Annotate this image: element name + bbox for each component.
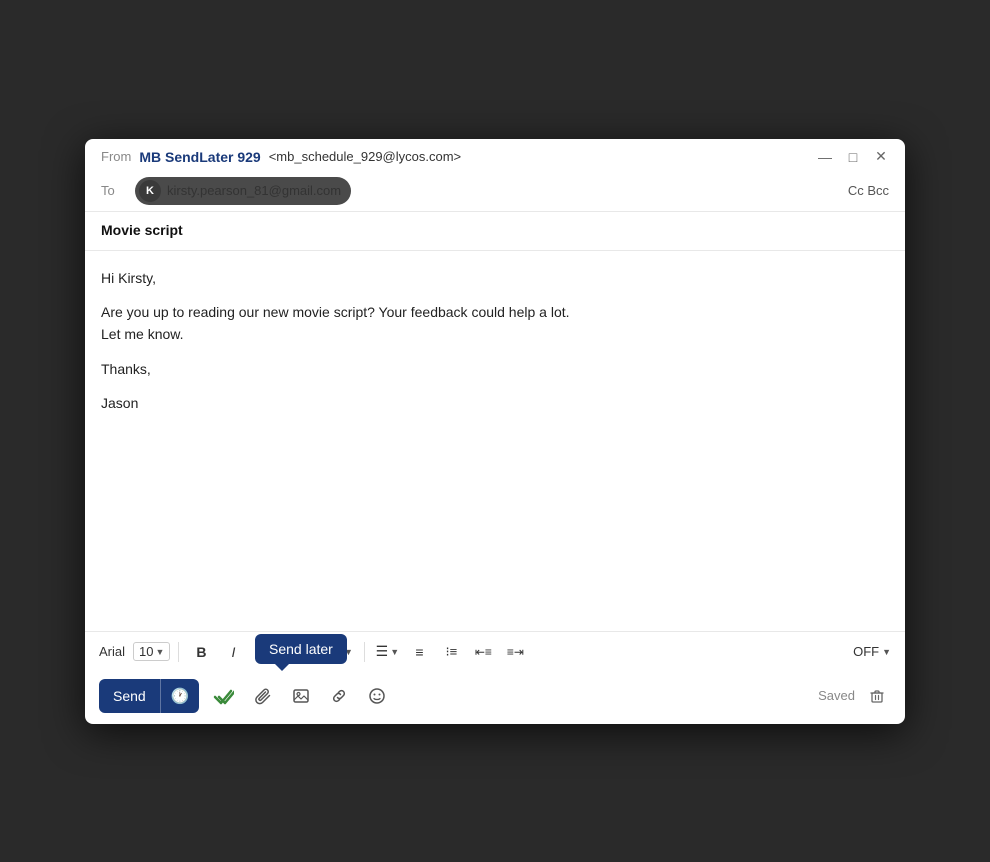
saved-status: Saved	[818, 682, 891, 710]
sep3	[364, 642, 365, 662]
delete-button[interactable]	[863, 682, 891, 710]
align-button[interactable]: ☰ ▼	[373, 638, 401, 666]
maximize-button[interactable]: □	[845, 149, 861, 165]
off-toggle[interactable]: OFF ▼	[853, 644, 891, 659]
indent-increase-button[interactable]: ≡⇥	[501, 638, 529, 666]
compose-window: From MB SendLater 929 <mb_schedule_929@l…	[85, 139, 905, 724]
font-size-arrow: ▼	[155, 647, 164, 657]
sep1	[178, 642, 179, 662]
align-arrow: ▼	[390, 647, 399, 657]
unordered-list-button[interactable]: ⁝≡	[437, 638, 465, 666]
action-toolbar: Send later Send 🕐	[85, 672, 905, 724]
recipient-chip[interactable]: K kirsty.pearson_81@gmail.com	[135, 177, 351, 205]
recipient-email: kirsty.pearson_81@gmail.com	[167, 183, 341, 198]
bold-button[interactable]: B	[187, 638, 215, 666]
body-greeting: Hi Kirsty,	[101, 267, 889, 289]
attach-file-button[interactable]	[247, 680, 279, 712]
body-thanks: Thanks,	[101, 358, 889, 380]
check-button[interactable]	[205, 678, 241, 714]
from-label: From	[101, 149, 131, 164]
send-later-tooltip: Send later	[255, 634, 347, 664]
insert-image-button[interactable]	[285, 680, 317, 712]
from-section: From MB SendLater 929 <mb_schedule_929@l…	[101, 149, 461, 165]
sender-name: MB SendLater 929	[139, 149, 260, 165]
send-label: Send	[99, 680, 160, 712]
subject-row: Movie script	[85, 212, 905, 251]
insert-emoji-button[interactable]	[361, 680, 393, 712]
to-label: To	[101, 183, 125, 198]
body-signature: Jason	[101, 392, 889, 414]
indent-decrease-button[interactable]: ⇤≡	[469, 638, 497, 666]
ordered-list-button[interactable]: ≡	[405, 638, 433, 666]
off-arrow: ▼	[882, 647, 891, 657]
formatting-toolbar: Arial 10 ▼ B I U A ▼ A ▼ ☰ ▼ ≡ ⁝≡ ⇤≡	[85, 631, 905, 672]
close-button[interactable]: ✕	[873, 149, 889, 165]
insert-link-button[interactable]	[323, 680, 355, 712]
italic-button[interactable]: I	[219, 638, 247, 666]
send-button[interactable]: Send 🕐	[99, 679, 199, 713]
title-bar: From MB SendLater 929 <mb_schedule_929@l…	[85, 139, 905, 171]
sender-email: <mb_schedule_929@lycos.com>	[269, 149, 461, 164]
cc-bcc-button[interactable]: Cc Bcc	[848, 183, 889, 198]
subject-text: Movie script	[101, 222, 183, 238]
minimize-button[interactable]: —	[817, 149, 833, 165]
email-body[interactable]: Hi Kirsty, Are you up to reading our new…	[85, 251, 905, 631]
to-row: To K kirsty.pearson_81@gmail.com Cc Bcc	[85, 171, 905, 212]
window-controls: — □ ✕	[817, 149, 889, 165]
body-content: Are you up to reading our new movie scri…	[101, 301, 889, 346]
send-clock-icon[interactable]: 🕐	[160, 679, 200, 713]
font-size-select[interactable]: 10 ▼	[133, 642, 170, 661]
font-name-label: Arial	[99, 644, 125, 659]
recipient-avatar: K	[139, 180, 161, 202]
